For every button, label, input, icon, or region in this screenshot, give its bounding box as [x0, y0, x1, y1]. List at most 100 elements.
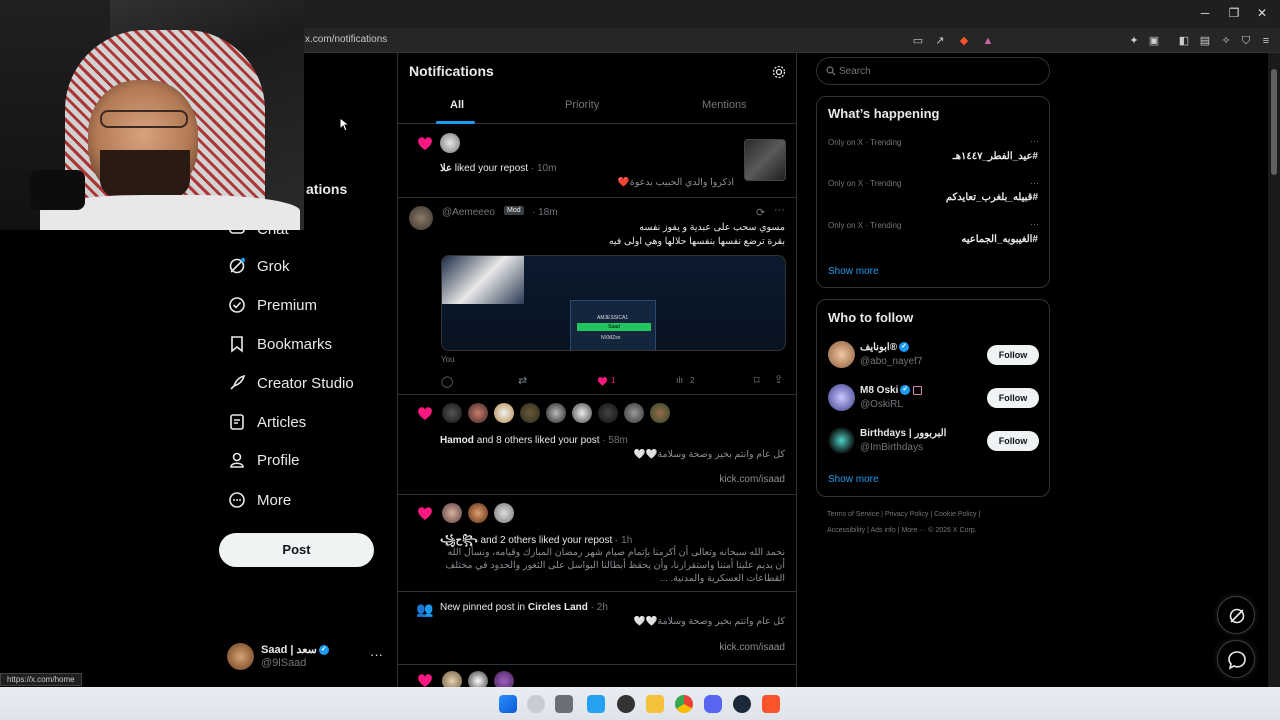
leo-icon[interactable]: ✧: [1218, 33, 1234, 49]
messages-fab-button[interactable]: [1217, 640, 1255, 678]
brave-rewards-icon[interactable]: ▲: [980, 33, 996, 49]
actor-name[interactable]: Hamod: [440, 435, 474, 446]
avatar[interactable]: [468, 503, 488, 523]
tab-icon[interactable]: ▣: [1146, 33, 1162, 49]
post-media[interactable]: AMJESSICA1 Saad NXMZsn: [441, 255, 786, 351]
extensions-icon[interactable]: ✦: [1126, 33, 1142, 49]
footer-links-row-1[interactable]: Terms of Service | Privacy Policy | Cook…: [827, 511, 980, 518]
follow-button[interactable]: Follow: [987, 431, 1039, 451]
trend-hashtag[interactable]: #قبيله_بلغرب_تعايدكم: [946, 192, 1038, 203]
media-tag-you[interactable]: You: [441, 355, 455, 364]
chrome-icon[interactable]: [675, 695, 693, 713]
minimize-icon[interactable]: ─: [1195, 6, 1215, 20]
brave-icon[interactable]: [762, 695, 780, 713]
notification-like-repost-2[interactable]: ꧁ح꧂ and 2 others liked your repost · 1h …: [398, 495, 796, 592]
nav-creator-studio[interactable]: Creator Studio: [227, 370, 354, 396]
avatar[interactable]: [624, 403, 644, 423]
grok-fab-button[interactable]: [1217, 596, 1255, 634]
brave-shield-icon[interactable]: ◆: [956, 33, 972, 49]
tab-priority[interactable]: Priority: [565, 99, 599, 111]
avatar[interactable]: [828, 384, 855, 411]
community-name[interactable]: Circles Land: [528, 602, 588, 613]
post-link[interactable]: kick.com/isaad: [719, 474, 785, 485]
nav-articles[interactable]: Articles: [227, 409, 306, 435]
windows-start-icon[interactable]: [499, 695, 517, 713]
sidebar-icon[interactable]: ◧: [1176, 33, 1192, 49]
trend-hashtag[interactable]: #عيد_الفطر_١٤٤٧هـ: [953, 151, 1038, 162]
tab-all[interactable]: All: [450, 99, 464, 111]
nav-notifications-partial[interactable]: ations: [306, 181, 347, 197]
trend-hashtag[interactable]: #الغيبوبه_الجماعيه: [961, 234, 1038, 245]
store-icon[interactable]: [587, 695, 605, 713]
actor-name[interactable]: علا: [440, 163, 452, 174]
show-more-link[interactable]: Show more: [828, 474, 879, 485]
views-icon[interactable]: ılı: [676, 375, 683, 385]
avatar[interactable]: [468, 403, 488, 423]
avatar[interactable]: [520, 403, 540, 423]
task-view-icon[interactable]: [555, 695, 573, 713]
search-icon[interactable]: [527, 695, 545, 713]
wallet-icon[interactable]: ▤: [1197, 33, 1213, 49]
menu-icon[interactable]: ≡: [1258, 33, 1274, 49]
notification-pinned-post[interactable]: 👥 New pinned post in Circles Land · 2h ك…: [398, 592, 796, 665]
more-dots-icon[interactable]: ···: [370, 647, 383, 662]
reply-icon[interactable]: ◯: [441, 375, 453, 388]
avatar[interactable]: [494, 503, 514, 523]
scrollbar[interactable]: [1268, 53, 1280, 687]
follow-button[interactable]: Follow: [987, 388, 1039, 408]
share-icon[interactable]: ↗: [932, 33, 948, 49]
avatar[interactable]: [828, 341, 855, 368]
footer-links-row-2[interactable]: Accessibility | Ads info | More ··· © 20…: [827, 527, 977, 534]
suggestion-name[interactable]: Birthdays | البربوور: [860, 428, 946, 439]
avatar[interactable]: [650, 403, 670, 423]
nav-profile[interactable]: Profile: [227, 447, 300, 473]
avatar[interactable]: [546, 403, 566, 423]
gear-icon[interactable]: [771, 64, 787, 80]
bookmark-icon[interactable]: ⌑: [754, 374, 760, 387]
share-icon[interactable]: ⇪: [774, 373, 783, 386]
nav-grok[interactable]: Grok: [227, 253, 290, 279]
vpn-icon[interactable]: ⛉: [1238, 33, 1254, 49]
account-switcher[interactable]: Saad | سعد ✓ @9lSaad ···: [227, 640, 387, 676]
suggestion-name[interactable]: M8 Oski: [860, 385, 898, 396]
avatar[interactable]: [442, 503, 462, 523]
file-explorer-icon[interactable]: [646, 695, 664, 713]
notification-like-post[interactable]: Hamod and 8 others liked your post · 58m: [398, 395, 796, 495]
post-button[interactable]: Post: [219, 533, 374, 567]
url-text[interactable]: x.com/notifications: [305, 34, 387, 45]
more-dots-icon[interactable]: ···: [774, 204, 785, 216]
heart-icon[interactable]: [596, 375, 609, 387]
nav-more[interactable]: More: [227, 487, 291, 513]
post-link[interactable]: kick.com/isaad: [719, 642, 785, 653]
nav-chat[interactable]: Chat: [227, 216, 289, 242]
follow-button[interactable]: Follow: [987, 345, 1039, 365]
show-more-link[interactable]: Show more: [828, 266, 879, 277]
avatar[interactable]: [442, 403, 462, 423]
cast-icon[interactable]: ▭: [910, 33, 926, 49]
nav-bookmarks[interactable]: Bookmarks: [227, 331, 332, 357]
close-icon[interactable]: ✕: [1252, 6, 1272, 20]
actor-name[interactable]: ꧁ح꧂: [440, 535, 478, 546]
avatar[interactable]: [440, 133, 460, 153]
discord-icon[interactable]: [704, 695, 722, 713]
avatar[interactable]: [828, 427, 855, 454]
nav-premium[interactable]: Premium: [227, 292, 317, 318]
more-dots-icon[interactable]: ···: [1030, 136, 1039, 146]
tab-mentions[interactable]: Mentions: [702, 99, 747, 111]
notification-like-repost[interactable]: علا liked your repost · 10m اذكروا والدي…: [398, 125, 796, 198]
post-item[interactable]: @Aemeeeo Mod · 18m ⟳ ··· مسوي سحب على عب…: [398, 198, 796, 395]
avatar[interactable]: [572, 403, 592, 423]
repost-icon[interactable]: ⇄: [518, 374, 527, 387]
suggestion-name[interactable]: ابونايف®: [860, 342, 897, 353]
more-dots-icon[interactable]: ···: [1030, 178, 1039, 188]
avatar[interactable]: [409, 206, 433, 230]
steam-icon[interactable]: [733, 695, 751, 713]
post-thumbnail[interactable]: [744, 139, 786, 181]
notification-partial[interactable]: [398, 665, 796, 691]
avatar[interactable]: [494, 403, 514, 423]
maximize-icon[interactable]: ❐: [1224, 6, 1244, 20]
search-input[interactable]: Search: [816, 57, 1050, 85]
scrollbar-thumb[interactable]: [1271, 69, 1277, 175]
post-handle[interactable]: @Aemeeeo: [442, 207, 495, 218]
more-dots-icon[interactable]: ···: [1030, 219, 1039, 229]
